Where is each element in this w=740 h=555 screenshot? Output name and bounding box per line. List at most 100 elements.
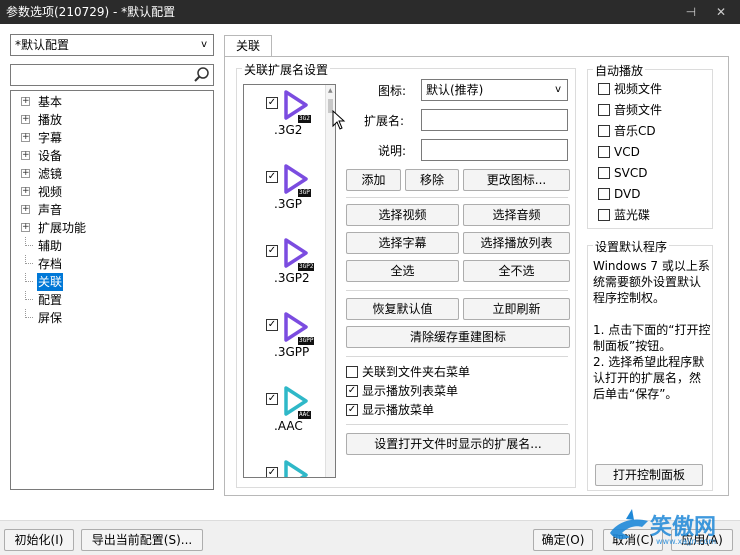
autoplay-option[interactable]: 音频文件 [598,102,708,118]
folder-menu-option[interactable]: 关联到文件夹右菜单 [346,364,546,380]
expand-icon[interactable]: + [21,169,30,178]
search-icon[interactable] [193,66,211,84]
extension-name: .3G2 [274,123,303,137]
change-icon-button[interactable]: 更改图标... [463,169,570,191]
icon-label: 图标: [378,84,407,98]
autoplay-option[interactable]: SVCD [598,165,708,181]
expand-icon[interactable]: + [21,115,30,124]
autoplay-checkbox[interactable] [598,167,610,179]
tree-item-label: 设备 [38,149,63,163]
refresh-now-button[interactable]: 立即刷新 [463,298,570,320]
tree-item-label: 播放 [38,113,63,127]
autoplay-option[interactable]: 蓝光碟 [598,207,708,223]
autoplay-option[interactable]: DVD [598,186,708,202]
play-menu-option[interactable]: ✓ 显示播放菜单 [346,402,546,418]
autoplay-option[interactable]: 音乐CD [598,123,708,139]
extension-badge: 3GP2 [298,263,315,271]
extension-input[interactable] [421,109,568,131]
autoplay-label: DVD [614,187,641,201]
autoplay-label: SVCD [614,166,648,180]
divider [346,290,568,291]
tree-line [25,309,33,318]
extension-name: .3GP [274,197,302,211]
autoplay-label: 音乐CD [614,124,656,138]
extension-item[interactable]: ✓ 3GPP .3GPP [244,311,324,385]
autoplay-checkbox[interactable] [598,83,610,95]
extension-checkbox[interactable]: ✓ [266,97,278,109]
select-playlist-button[interactable]: 选择播放列表 [463,232,570,254]
select-all-button[interactable]: 全选 [346,260,459,282]
extension-item[interactable]: ✓ [244,459,324,477]
extension-checkbox[interactable]: ✓ [266,393,278,405]
expand-icon[interactable]: + [21,133,30,142]
autoplay-label: 视频文件 [614,82,663,96]
select-video-button[interactable]: 选择视频 [346,204,459,226]
remove-button[interactable]: 移除 [405,169,459,191]
extension-item[interactable]: ✓ 3GP2.3GP2 [244,237,324,311]
scroll-up-icon[interactable]: ▲ [328,87,333,94]
select-audio-button[interactable]: 选择音频 [463,204,570,226]
select-subtitle-button[interactable]: 选择字幕 [346,232,459,254]
ok-button[interactable]: 确定(O) [533,529,593,551]
description-input[interactable] [421,139,568,161]
tree-item-label: 基本 [38,95,63,109]
tree-item-label: 屏保 [38,311,63,325]
expand-icon[interactable]: + [21,205,30,214]
extension-list[interactable]: ✓ 3G2.3G2 ✓ 3GP .3GP ✓ 3GP2.3GP2 ✓ 3GPP .3GPP ✓ AAC… [243,84,336,478]
autoplay-checkbox[interactable] [598,146,610,158]
play-file-icon [284,460,308,477]
tree-item-label: 存档 [38,257,63,271]
expand-icon[interactable]: + [21,223,30,232]
select-none-button[interactable]: 全不选 [463,260,570,282]
export-config-button[interactable]: 导出当前配置(S)... [81,529,203,551]
extension-item[interactable]: ✓ 3G2.3G2 [244,89,324,163]
mouse-cursor-icon [332,110,346,130]
tree-line [25,237,33,246]
divider [346,197,568,198]
divider [346,356,568,357]
ext-label: 扩展名: [364,114,405,128]
assoc-group-title: 关联扩展名设置 [242,61,331,78]
default-program-title: 设置默认程序 [593,238,670,255]
tree-line [25,255,33,264]
profile-select[interactable]: *默认配置 v [10,34,214,56]
playlist-menu-checkbox[interactable]: ✓ [346,385,358,397]
shark-logo-icon [610,509,648,540]
autoplay-title: 自动播放 [593,62,646,79]
add-button[interactable]: 添加 [346,169,401,191]
search-input[interactable] [10,64,214,86]
extension-checkbox[interactable]: ✓ [266,467,278,477]
expand-icon[interactable]: + [21,151,30,160]
scrollbar[interactable]: ▲ [325,85,335,477]
extension-checkbox[interactable]: ✓ [266,245,278,257]
icon-select[interactable]: 默认(推荐) v [421,79,568,101]
desc-label: 说明: [378,144,407,158]
tree-item-label: 声音 [38,203,63,217]
autoplay-option[interactable]: 视频文件 [598,81,708,97]
extension-item[interactable]: ✓ 3GP .3GP [244,163,324,237]
autoplay-checkbox[interactable] [598,104,610,116]
autoplay-checkbox[interactable] [598,188,610,200]
window-controls[interactable]: ⊣ ✕ [686,0,734,24]
expand-icon[interactable]: + [21,187,30,196]
init-button[interactable]: 初始化(I) [4,529,74,551]
folder-menu-checkbox[interactable] [346,366,358,378]
play-menu-checkbox[interactable]: ✓ [346,404,358,416]
restore-defaults-button[interactable]: 恢复默认值 [346,298,459,320]
clear-cache-button[interactable]: 清除缓存重建图标 [346,326,570,348]
set-ext-display-button[interactable]: 设置打开文件时显示的扩展名... [346,433,570,455]
extension-badge: AAC [298,411,311,419]
open-control-panel-button[interactable]: 打开控制面板 [595,464,703,486]
watermark-url: www.xajjn.com [656,537,717,546]
tab-association[interactable]: 关联 [224,35,272,57]
extension-checkbox[interactable]: ✓ [266,319,278,331]
extension-checkbox[interactable]: ✓ [266,171,278,183]
expand-icon[interactable]: + [21,97,30,106]
autoplay-checkbox[interactable] [598,209,610,221]
settings-tree[interactable]: + 基本 + 播放 + 字幕 + 设备 + 滤镜 + 视频 + 声音 + 扩展功能 辅助 存档 关联 配置 屏保 [10,90,214,490]
playlist-menu-option[interactable]: ✓ 显示播放列表菜单 [346,383,546,399]
tree-item-label: 滤镜 [38,167,63,181]
autoplay-checkbox[interactable] [598,125,610,137]
extension-item[interactable]: ✓ AAC .AAC [244,385,324,459]
autoplay-option[interactable]: VCD [598,144,708,160]
